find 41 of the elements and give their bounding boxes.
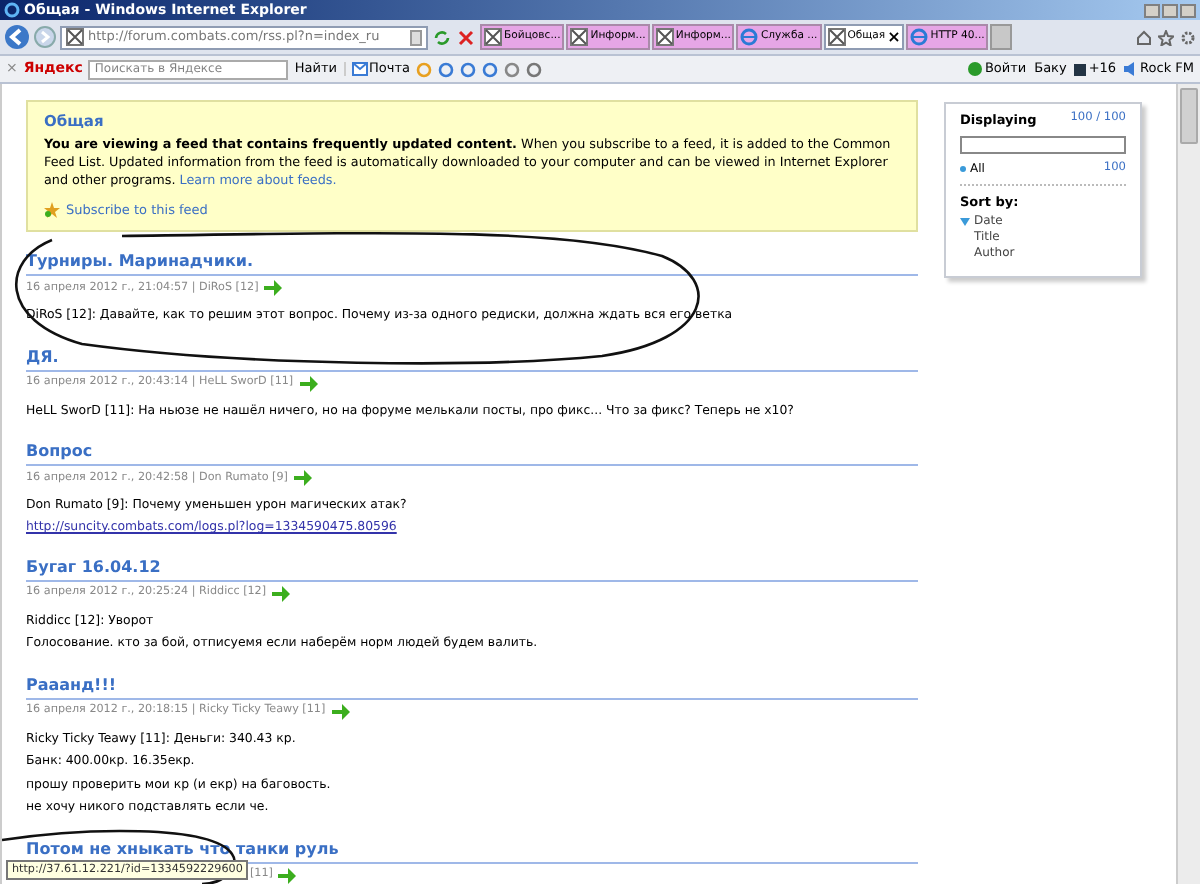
filter-field[interactable] <box>960 135 1126 153</box>
scrollbar-thumb[interactable] <box>1180 88 1198 144</box>
ie-logo-icon <box>4 2 20 18</box>
close-tab-button[interactable]: × <box>887 29 901 45</box>
scrollbar[interactable] <box>1176 84 1200 884</box>
new-tab-button[interactable] <box>990 24 1013 50</box>
page-icon <box>66 28 84 46</box>
speaker-icon <box>1124 62 1139 76</box>
subscribe-star-icon <box>44 202 60 219</box>
ie-logo-icon <box>740 28 759 46</box>
page-icon <box>655 28 674 46</box>
close-button[interactable] <box>1180 3 1196 17</box>
dropdown-icon <box>410 29 422 45</box>
home-icon[interactable] <box>1136 29 1152 45</box>
go-arrow-icon[interactable] <box>331 703 350 720</box>
entry-title[interactable]: Бугаг 16.04.12 <box>26 557 918 582</box>
envelope-icon <box>351 62 368 76</box>
go-arrow-icon[interactable] <box>278 867 297 884</box>
page-icon <box>827 28 846 46</box>
entry-title[interactable]: Рааанд!!! <box>26 675 918 700</box>
go-arrow-icon[interactable] <box>264 280 283 297</box>
go-arrow-icon[interactable] <box>293 470 312 487</box>
weather-icon <box>1074 63 1087 75</box>
go-arrow-icon[interactable] <box>272 585 291 602</box>
page-icon <box>570 28 589 46</box>
sort-caret-icon <box>960 218 970 226</box>
go-arrow-icon[interactable] <box>299 375 318 392</box>
ie-logo-icon <box>910 28 929 46</box>
forward-button[interactable] <box>34 26 56 48</box>
page-icon <box>484 28 502 46</box>
login-icon <box>968 62 983 76</box>
maximize-button[interactable] <box>1162 3 1178 17</box>
settings-icon[interactable] <box>1180 29 1196 45</box>
star-icon[interactable] <box>1158 29 1174 45</box>
back-button[interactable] <box>4 24 30 50</box>
stop-button[interactable] <box>456 27 476 47</box>
entry-title[interactable]: Вопрос <box>26 442 918 467</box>
entry-title[interactable]: ДЯ. <box>26 347 918 372</box>
entry-title[interactable]: Турниры. Маринадчики. <box>26 252 918 277</box>
refresh-button[interactable] <box>432 27 452 47</box>
minimize-button[interactable] <box>1144 3 1160 17</box>
